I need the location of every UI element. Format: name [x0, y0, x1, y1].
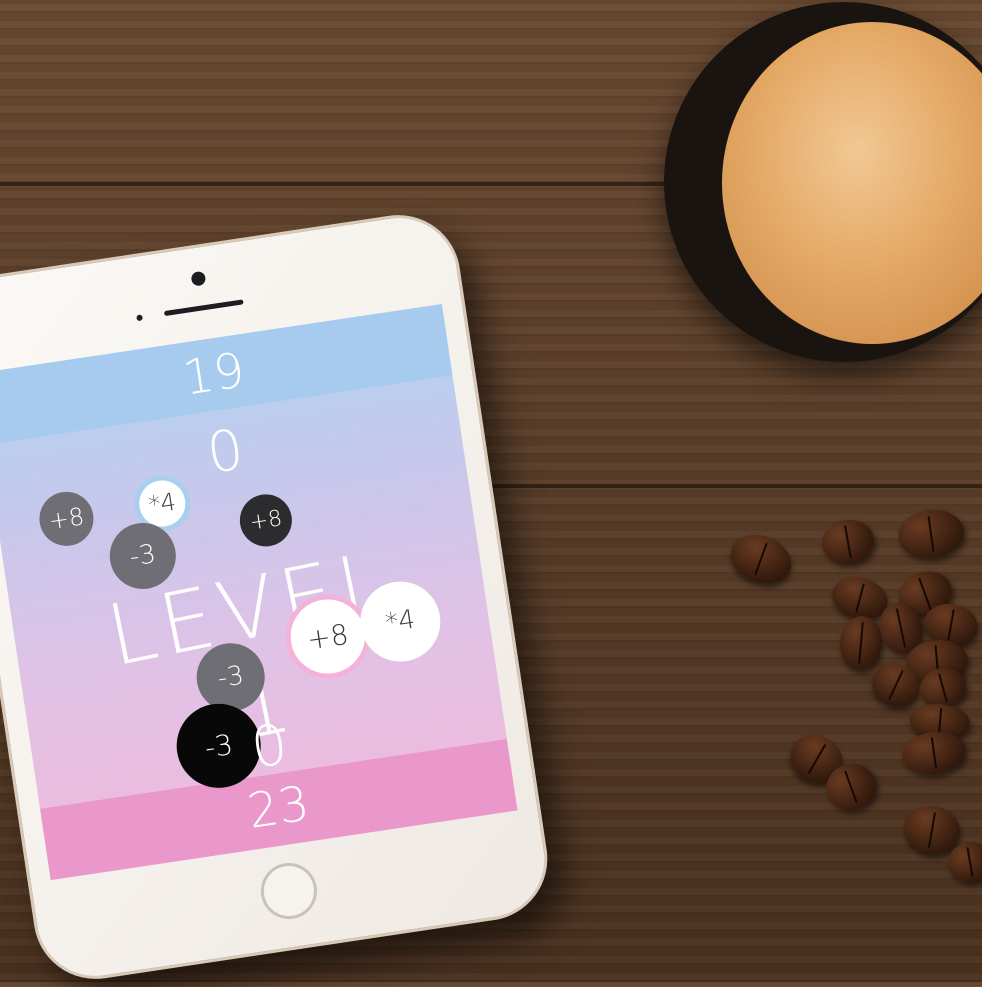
home-button[interactable] — [257, 859, 321, 923]
game-screen[interactable]: 19 0 +8 *4 -3 +8 LEVEL 1 +8 *4 -3 -3 0 2… — [0, 303, 518, 881]
earpiece-speaker — [163, 299, 244, 317]
bubble-plus-8[interactable]: +8 — [236, 490, 296, 550]
phone-device: 19 0 +8 *4 -3 +8 LEVEL 1 +8 *4 -3 -3 0 2… — [0, 206, 556, 987]
front-camera-icon — [190, 270, 207, 287]
coffee-bean — [894, 505, 968, 563]
proximity-sensor — [136, 314, 143, 322]
coffee-bean — [724, 526, 798, 592]
coffee-bean — [837, 614, 885, 672]
coffee-bean — [818, 515, 878, 569]
